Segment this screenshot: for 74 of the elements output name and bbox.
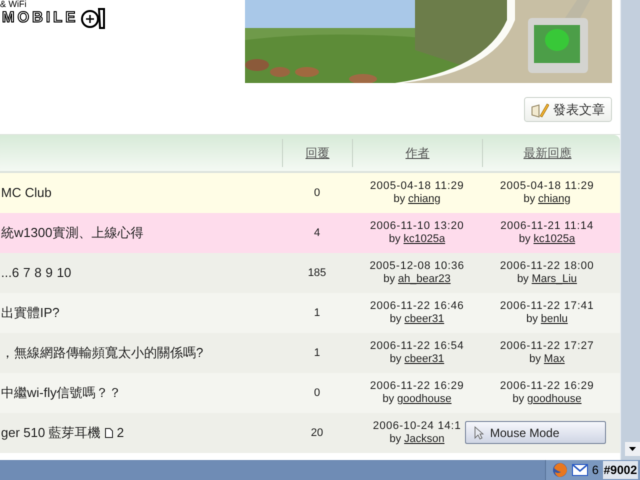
- last-reply-time: 2006-11-22 17:27: [500, 340, 594, 353]
- scrollbar[interactable]: [620, 0, 640, 460]
- page-link[interactable]: 9: [46, 263, 53, 283]
- page-link[interactable]: 8: [34, 263, 42, 283]
- author-link[interactable]: kc1025a: [404, 233, 446, 246]
- post-time: 2006-11-22 16:54: [370, 340, 464, 353]
- by-label: by: [518, 233, 531, 246]
- last-reply-author-link[interactable]: benlu: [540, 313, 568, 326]
- last-reply-author-link[interactable]: goodhouse: [527, 393, 582, 406]
- by-label: by: [390, 313, 402, 326]
- reply-count: 0: [314, 386, 320, 399]
- topic-title[interactable]: ，無線網路傳輸頻寬太小的關係嗎?: [1, 343, 204, 363]
- by-label: by: [388, 233, 401, 246]
- post-time: 2006-11-10 13:20: [370, 220, 464, 233]
- by-label: by: [383, 273, 395, 286]
- by-label: by: [523, 193, 536, 206]
- author-link[interactable]: cbeer31: [404, 353, 444, 366]
- page-link[interactable]: 2: [116, 423, 124, 443]
- by-label: by: [382, 393, 394, 406]
- mail-count: 6: [592, 462, 599, 479]
- author-link[interactable]: chiang: [408, 193, 441, 206]
- column-header[interactable]: 作者: [406, 144, 430, 162]
- tooltip-label: Mouse Mode: [490, 424, 560, 442]
- topic-title[interactable]: MC Club: [1, 183, 52, 203]
- last-reply-author-link[interactable]: kc1025a: [534, 233, 576, 246]
- last-reply-author-link[interactable]: chiang: [538, 193, 571, 206]
- author-link[interactable]: goodhouse: [397, 393, 452, 406]
- by-label: by: [526, 313, 538, 326]
- last-reply-time: 2006-11-22 17:41: [500, 300, 594, 313]
- column-header[interactable]: 回覆: [306, 144, 330, 162]
- scroll-down-button[interactable]: [625, 442, 640, 456]
- last-reply-time: 2005-04-18 11:29: [500, 180, 594, 193]
- mail-icon[interactable]: [572, 464, 588, 476]
- by-label: by: [390, 353, 402, 366]
- reply-count: 1: [314, 346, 320, 359]
- topic-title[interactable]: 統w1300實測、上線心得: [1, 223, 144, 243]
- column-header[interactable]: 最新回應: [524, 144, 572, 162]
- down-arrow-icon: [629, 447, 636, 451]
- by-label: by: [390, 433, 402, 446]
- reply-count: 0: [314, 186, 320, 199]
- last-reply-time: 2006-11-22 16:29: [500, 380, 594, 393]
- cursor-icon: [474, 426, 484, 440]
- by-label: by: [529, 353, 541, 366]
- page-link[interactable]: 10: [56, 263, 72, 283]
- topic-title[interactable]: ger 510 藍芽耳機: [1, 423, 101, 443]
- post-time: 2006-11-22 16:29: [370, 380, 464, 393]
- by-label: by: [393, 193, 406, 206]
- author-link[interactable]: cbeer31: [404, 313, 444, 326]
- logo-icon: [80, 7, 106, 29]
- topic-title[interactable]: 出實體IP?: [1, 303, 60, 323]
- by-label: by: [517, 273, 529, 286]
- last-reply-time: 2006-11-21 11:14: [500, 220, 594, 233]
- last-reply-author-link[interactable]: Max: [544, 353, 565, 366]
- by-label: by: [512, 393, 524, 406]
- author-link[interactable]: ah_bear23: [398, 273, 451, 286]
- logo-wordmark: MOBILE: [2, 9, 78, 27]
- tray-text: #9002: [602, 461, 638, 479]
- reply-count: 4: [314, 226, 320, 239]
- reply-count: 20: [310, 426, 324, 439]
- post-time: 2006-10-24 14:1: [372, 420, 462, 433]
- reply-count: 185: [308, 266, 326, 279]
- last-reply-time: 2006-11-22 18:00: [500, 260, 594, 273]
- author-link[interactable]: Jackson: [404, 433, 444, 446]
- page-link[interactable]: ...6: [1, 263, 20, 283]
- post-button[interactable]: 發表文章: [524, 97, 612, 122]
- logo-tagline: & WiFi: [0, 0, 28, 9]
- last-reply-author-link[interactable]: Mars_Liu: [532, 273, 577, 286]
- pencil-icon: [531, 102, 549, 118]
- page-link[interactable]: 7: [23, 263, 30, 283]
- post-time: 2006-11-22 16:46: [370, 300, 464, 313]
- topic-title[interactable]: 中繼wi-fly信號嗎？？: [1, 383, 122, 403]
- post-time: 2005-12-08 10:36: [370, 260, 464, 273]
- post-time: 2005-04-18 11:29: [370, 180, 464, 193]
- reply-count: 1: [314, 306, 320, 319]
